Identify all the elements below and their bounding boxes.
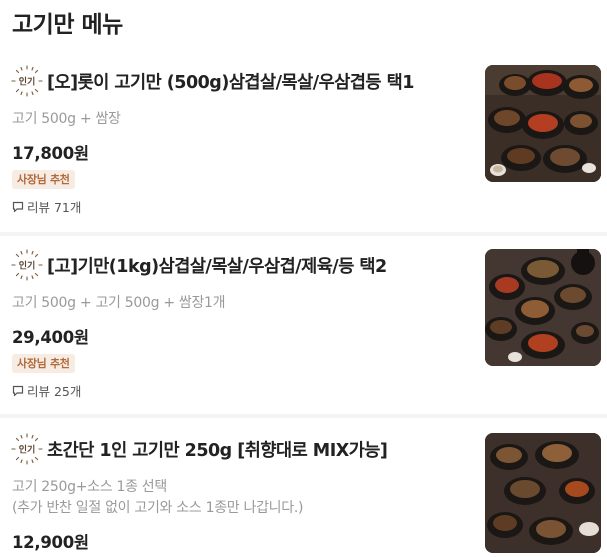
divider [0,414,607,418]
item-name: 초간단 1인 고기만 250g [취향대로 MIX가능] [47,440,388,461]
divider [0,232,607,236]
item-price: 29,400원 [12,328,89,347]
grilled-meat-platter-photo [485,433,601,553]
popular-badge-icon: 인기 [11,433,43,465]
item-name-row: 인기 [오]롯이 고기만 (500g)삼겹살/목살/우삼겹등 택1 [10,64,414,98]
popular-badge-label: 인기 [19,444,36,456]
menu-item[interactable]: 인기 [고]기만(1kg)삼겹살/목살/우삼겹/제육/등 택2 고기 500g … [0,246,607,416]
item-name-row: 인기 [고]기만(1kg)삼겹살/목살/우삼겹/제육/등 택2 [10,248,387,282]
review-count-label: 리뷰 25개 [27,384,82,399]
popular-badge-label: 인기 [19,76,36,88]
owner-recommend-badge: 사장님 추천 [12,170,75,189]
item-name: [오]롯이 고기만 (500g)삼겹살/목살/우삼겹등 택1 [47,72,414,93]
popular-badge-icon: 인기 [11,249,43,281]
item-description: 고기 500g + 고기 500g + 쌈장1개 [12,295,226,311]
popular-badge-icon: 인기 [11,65,43,97]
item-name-row: 인기 초간단 1인 고기만 250g [취향대로 MIX가능] [10,432,388,466]
item-description: 고기 500g + 쌈장 [12,111,121,127]
review-count-label: 리뷰 71개 [27,200,82,215]
item-description-note: (추가 반찬 일절 없이 고기와 소스 1종만 나갑니다.) [12,500,304,516]
owner-recommend-badge: 사장님 추천 [12,354,75,373]
menu-item[interactable]: 인기 [오]롯이 고기만 (500g)삼겹살/목살/우삼겹등 택1 고기 500… [0,62,607,234]
popular-badge-label: 인기 [19,260,36,272]
review-count: 리뷰 71개 [12,197,81,216]
grilled-meat-platter-photo [485,249,601,366]
grilled-meat-platter-photo [485,65,601,182]
comment-icon [12,201,24,212]
comment-icon [12,385,24,396]
item-description: 고기 250g+소스 1종 선택 [12,479,167,495]
review-count: 리뷰 25개 [12,381,81,400]
section-title: 고기만 메뉴 [12,12,123,38]
item-price: 17,800원 [12,144,89,163]
menu-item[interactable]: 인기 초간단 1인 고기만 250g [취향대로 MIX가능] 고기 250g+… [0,430,607,557]
item-name: [고]기만(1kg)삼겹살/목살/우삼겹/제육/등 택2 [47,256,387,277]
item-price: 12,900원 [12,533,89,552]
